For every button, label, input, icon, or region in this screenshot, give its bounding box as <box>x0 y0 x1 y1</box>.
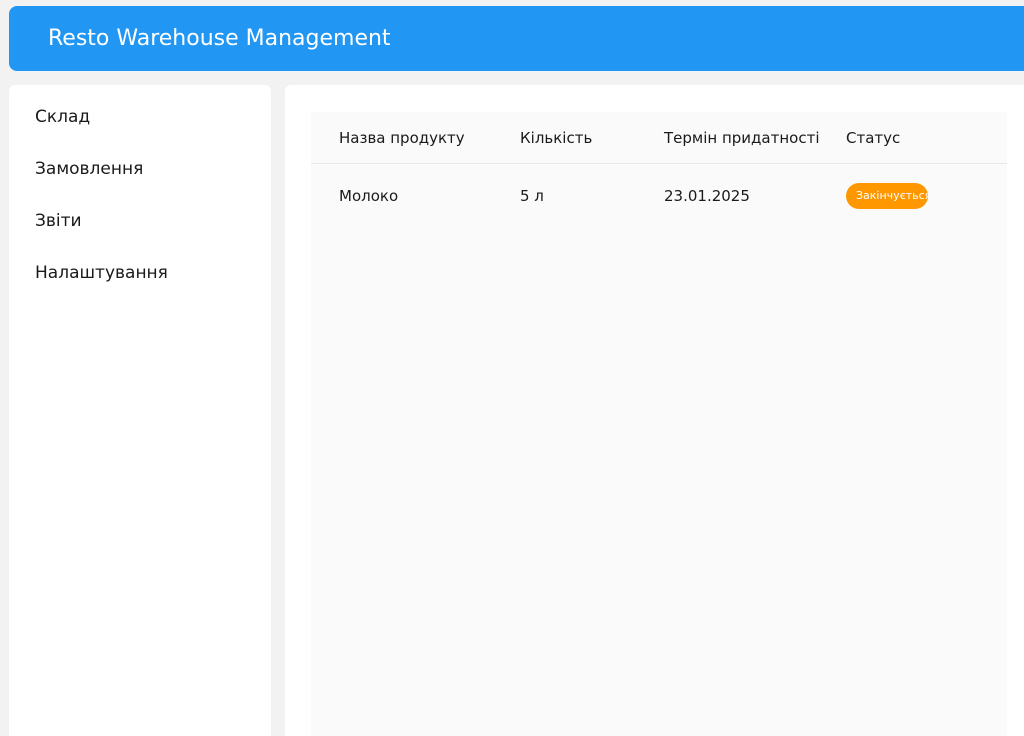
sidebar-item-warehouse[interactable]: Склад <box>9 105 271 157</box>
status-badge: Закінчується <box>846 183 928 209</box>
table-row[interactable]: Молоко 5 л 23.01.2025 Закінчується <box>311 164 1007 228</box>
column-header-name[interactable]: Назва продукту <box>311 129 520 147</box>
sidebar-item-reports[interactable]: Звіти <box>9 209 271 261</box>
column-header-quantity[interactable]: Кількість <box>520 129 664 147</box>
cell-quantity: 5 л <box>520 187 544 205</box>
table-header: Назва продукту Кількість Термін придатно… <box>311 112 1007 164</box>
sidebar: Склад Замовлення Звіти Налаштування <box>9 85 271 736</box>
column-header-expiry[interactable]: Термін придатності <box>664 129 846 147</box>
cell-status: Закінчується <box>846 183 1007 209</box>
inventory-table: Назва продукту Кількість Термін придатно… <box>311 112 1007 736</box>
column-header-status[interactable]: Статус <box>846 129 1007 147</box>
app-header: Resto Warehouse Management <box>9 6 1024 71</box>
cell-expiry: 23.01.2025 <box>664 187 750 205</box>
sidebar-item-settings[interactable]: Налаштування <box>9 261 271 313</box>
cell-product-name: Молоко <box>339 187 399 205</box>
app-title: Resto Warehouse Management <box>48 26 391 51</box>
main-content: Назва продукту Кількість Термін придатно… <box>285 85 1024 736</box>
sidebar-item-orders[interactable]: Замовлення <box>9 157 271 209</box>
